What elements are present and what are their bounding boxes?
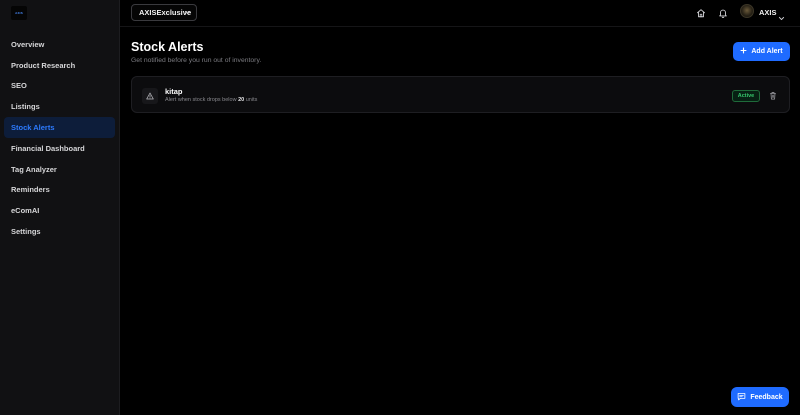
sidebar-item-product-research[interactable]: Product Research	[4, 55, 115, 76]
chevron-down-icon	[184, 9, 191, 18]
sidebar: AXIS Overview Product Research SEO Listi…	[0, 0, 120, 415]
sidebar-item-listings[interactable]: Listings	[4, 96, 115, 117]
page-subtitle: Get notified before you run out of inven…	[131, 57, 262, 64]
sidebar-nav: Overview Product Research SEO Listings S…	[4, 34, 115, 242]
main-content: Stock Alerts Get notified before you run…	[120, 28, 800, 415]
alert-desc-suffix: units	[245, 97, 258, 103]
alert-desc-prefix: Alert when stock drops below	[165, 97, 237, 103]
warning-icon	[142, 88, 158, 104]
status-badge[interactable]: Active	[732, 90, 760, 102]
feedback-button[interactable]: Feedback	[731, 387, 789, 407]
sidebar-item-reminders[interactable]: Reminders	[4, 180, 115, 201]
sidebar-item-stock-alerts[interactable]: Stock Alerts	[4, 117, 115, 138]
sidebar-item-seo[interactable]: SEO	[4, 76, 115, 97]
sidebar-item-financial-dashboard[interactable]: Financial Dashboard	[4, 138, 115, 159]
add-alert-button[interactable]: Add Alert	[733, 42, 790, 61]
sidebar-item-ecomai[interactable]: eComAI	[4, 200, 115, 221]
alert-description: Alert when stock drops below 20 units	[165, 97, 257, 103]
app-logo[interactable]: AXIS	[11, 6, 27, 20]
top-bar: AXISExclusive AXIS	[120, 0, 800, 27]
avatar[interactable]	[740, 4, 754, 18]
alert-threshold: 20	[238, 97, 245, 103]
alert-name: kitap	[165, 87, 183, 96]
logo-text: AXIS	[15, 11, 23, 15]
chevron-down-icon[interactable]	[778, 9, 785, 27]
plus-icon	[740, 47, 747, 56]
shop-select[interactable]: AXISExclusive	[131, 4, 197, 21]
sidebar-item-overview[interactable]: Overview	[4, 34, 115, 55]
sidebar-item-tag-analyzer[interactable]: Tag Analyzer	[4, 159, 115, 180]
bell-icon[interactable]	[717, 7, 728, 18]
add-alert-label: Add Alert	[751, 48, 783, 55]
home-icon[interactable]	[695, 7, 706, 18]
user-name[interactable]: AXIS	[759, 8, 777, 17]
trash-icon[interactable]	[768, 90, 778, 101]
sidebar-item-settings[interactable]: Settings	[4, 221, 115, 242]
alert-card: kitap Alert when stock drops below 20 un…	[131, 76, 790, 113]
chat-icon	[737, 392, 746, 403]
app-root: AXIS Overview Product Research SEO Listi…	[0, 0, 800, 415]
feedback-label: Feedback	[750, 393, 783, 401]
page-title: Stock Alerts	[131, 40, 204, 54]
